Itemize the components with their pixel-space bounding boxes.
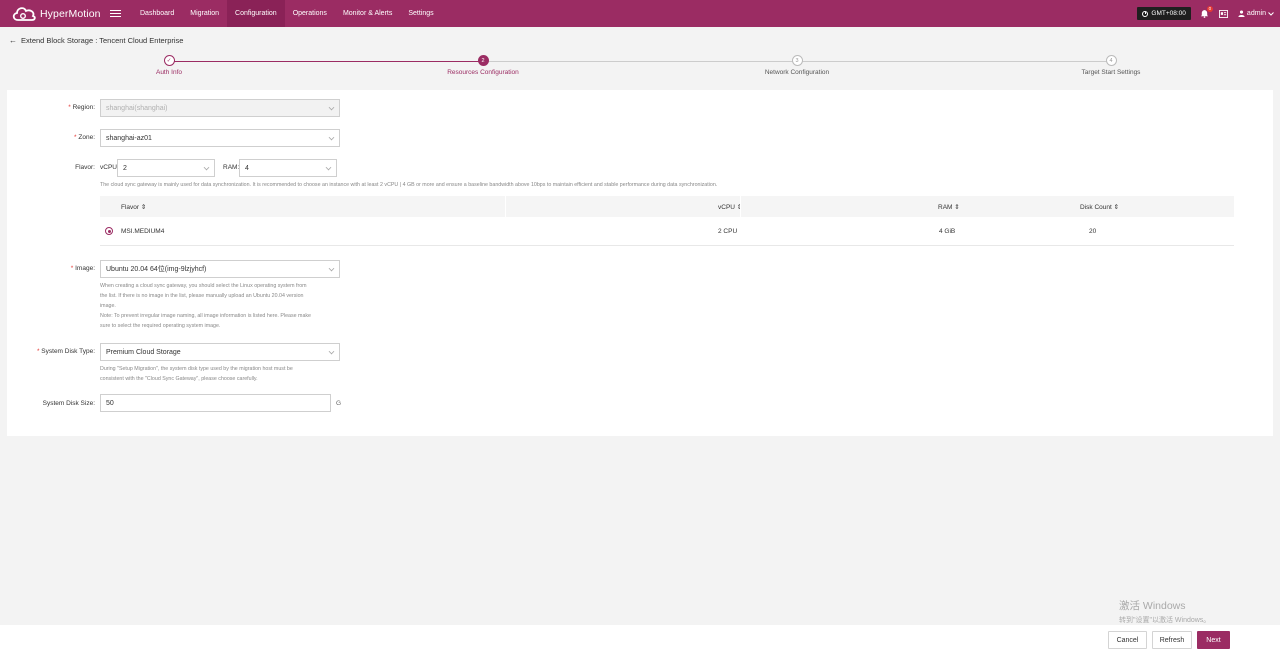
top-navbar: HyperMotion Dashboard Migration Configur… (0, 0, 1280, 27)
chevron-down-icon (328, 104, 335, 111)
timezone-badge[interactable]: GMT+08:00 (1137, 7, 1191, 20)
chevron-down-icon (325, 164, 332, 171)
nav-configuration[interactable]: Configuration (227, 0, 285, 27)
image-select[interactable]: Ubuntu 20.04 64位(img-9lzjyhcf) (100, 260, 340, 278)
timezone-text: GMT+08:00 (1151, 10, 1186, 17)
system-disk-type-hint: During "Setup Migration", the system dis… (100, 366, 293, 382)
app-name: HyperMotion (40, 7, 101, 20)
ram-value: 4 (245, 164, 249, 172)
nav-dashboard[interactable]: Dashboard (132, 0, 182, 27)
system-disk-size-unit: G (336, 400, 342, 407)
column-header-disk-count[interactable]: Disk Count ⇕ (1080, 203, 1119, 211)
form-card: * Region: shanghai(shanghai) * Zone: sha… (7, 90, 1273, 436)
step-auth-info[interactable]: ✓ Auth Info (99, 55, 239, 76)
user-menu[interactable]: admin (1238, 10, 1274, 17)
table-row[interactable]: MSI.MEDIUM4 2 CPU 4 GiB 20 (100, 217, 1234, 246)
column-header-vcpu[interactable]: vCPU ⇕ (718, 203, 742, 211)
watermark-line2: 转到"设置"以激活 Windows。 (1119, 617, 1211, 624)
step-number: 4 (1105, 55, 1117, 66)
system-disk-size-label: System Disk Size: (42, 400, 95, 407)
image-value: Ubuntu 20.04 64位(img-9lzjyhcf) (106, 266, 207, 273)
chevron-down-icon (328, 265, 335, 272)
wizard-steps: ✓ Auth Info 2 Resources Configuration 3 … (0, 55, 1280, 85)
step-number: 3 (791, 55, 803, 66)
notification-badge: 0 (1206, 5, 1213, 12)
row-radio[interactable] (105, 227, 113, 235)
nav-monitor-alerts[interactable]: Monitor & Alerts (335, 0, 400, 27)
notification-button[interactable]: 0 (1200, 5, 1213, 19)
page-title: Extend Block Storage : Tencent Cloud Ent… (21, 36, 184, 45)
nav-settings[interactable]: Settings (400, 0, 441, 27)
nav-operations[interactable]: Operations (285, 0, 335, 27)
flavor-hint: The cloud sync gateway is mainly used fo… (100, 182, 718, 188)
watermark-line1: 激活 Windows (1119, 600, 1186, 612)
system-disk-type-label: * System Disk Type: (36, 348, 95, 355)
next-button[interactable]: Next (1197, 631, 1230, 649)
region-label: * Region: (68, 104, 95, 111)
step-label: Network Configuration (764, 69, 830, 76)
step-label: Resources Configuration (447, 69, 519, 76)
flavor-table: Flavor ⇕ vCPU ⇕ RAM ⇕ Disk Count ⇕ MSI.M… (100, 196, 1234, 246)
chevron-down-icon (328, 134, 335, 141)
cell-ram: 4 GiB (939, 228, 956, 235)
logo[interactable]: HyperMotion (11, 5, 106, 23)
zone-select[interactable]: shanghai-az01 (100, 129, 340, 147)
image-hint: When creating a cloud sync gateway, you … (100, 283, 311, 329)
column-header-ram[interactable]: RAM ⇕ (938, 203, 960, 211)
id-card-icon (1219, 9, 1229, 18)
system-disk-size-input[interactable]: 50 (100, 394, 331, 412)
vcpu-label: vCPU: (100, 164, 119, 171)
chevron-down-icon (328, 348, 335, 355)
step-target-start-settings[interactable]: 4 Target Start Settings (1041, 55, 1181, 76)
cell-disk-count: 20 (1089, 228, 1097, 235)
flavor-label: Flavor: (75, 164, 95, 171)
windows-activation-watermark: 激活 Windows 转到"设置"以激活 Windows。 (1119, 598, 1210, 625)
zone-value: shanghai-az01 (106, 134, 152, 142)
column-header-flavor[interactable]: Flavor ⇕ (121, 203, 146, 211)
region-select[interactable]: shanghai(shanghai) (100, 99, 340, 117)
step-label: Target Start Settings (1081, 69, 1141, 76)
column-divider (740, 196, 741, 217)
back-arrow-icon[interactable]: ← (9, 36, 17, 45)
ram-select[interactable]: 4 (239, 159, 337, 177)
vcpu-select[interactable]: 2 (117, 159, 215, 177)
chevron-down-icon (1268, 11, 1274, 16)
system-disk-type-select[interactable]: Premium Cloud Storage (100, 343, 340, 361)
user-icon (1238, 10, 1245, 17)
system-disk-type-value: Premium Cloud Storage (106, 348, 181, 356)
cancel-button[interactable]: Cancel (1108, 631, 1147, 649)
step-label: Auth Info (155, 69, 183, 76)
refresh-button[interactable]: Refresh (1152, 631, 1192, 649)
chevron-down-icon (203, 164, 210, 171)
table-header: Flavor ⇕ vCPU ⇕ RAM ⇕ Disk Count ⇕ (100, 196, 1234, 217)
cloud-logo-icon (12, 6, 36, 21)
cell-flavor: MSI.MEDIUM4 (121, 228, 165, 235)
zone-label: * Zone: (74, 134, 95, 141)
main-nav: Dashboard Migration Configuration Operat… (132, 0, 442, 27)
page-header: ← Extend Block Storage : Tencent Cloud E… (9, 36, 183, 45)
license-button[interactable] (1219, 9, 1229, 19)
region-value: shanghai(shanghai) (106, 104, 168, 112)
footer-bar: Cancel Refresh Next (0, 625, 1280, 655)
clock-icon (1142, 10, 1149, 17)
image-label: * Image: (70, 265, 95, 272)
cell-vcpu: 2 CPU (718, 228, 738, 235)
step-number: 2 (477, 55, 489, 66)
nav-migration[interactable]: Migration (182, 0, 227, 27)
ram-label: RAM: (223, 164, 240, 171)
username: admin (1246, 10, 1266, 17)
step-resources-configuration[interactable]: 2 Resources Configuration (413, 55, 553, 76)
vcpu-value: 2 (123, 164, 127, 172)
step-network-configuration[interactable]: 3 Network Configuration (727, 55, 867, 76)
menu-toggle-icon[interactable] (110, 9, 121, 18)
check-icon: ✓ (163, 55, 175, 66)
column-divider (505, 196, 506, 217)
